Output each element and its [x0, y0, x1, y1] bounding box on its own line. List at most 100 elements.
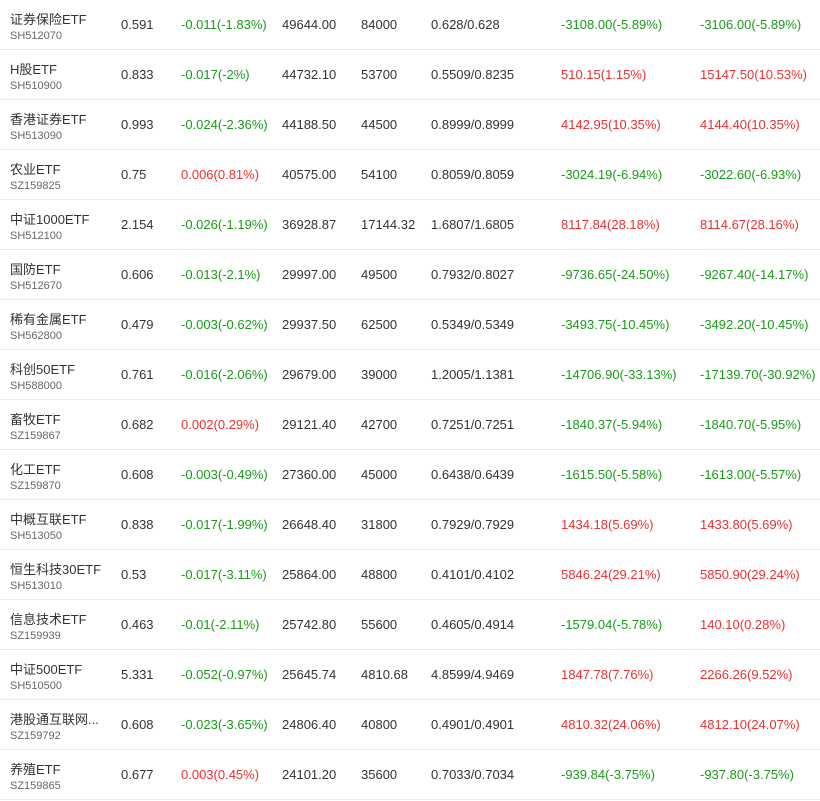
price-change: -0.026(-1.19%) — [181, 217, 268, 232]
table-row[interactable]: 中概互联ETF SH513050 0.838 -0.017(-1.99%) 26… — [0, 500, 820, 550]
share-value: 17144.32 — [361, 217, 416, 232]
nav-value: 0.7932/0.8027 — [431, 267, 515, 282]
turnover-amount: 25645.74 — [282, 667, 337, 682]
price: 0.761 — [121, 367, 154, 382]
price-change: -0.017(-3.11%) — [181, 567, 267, 582]
flow-value-1: -1840.37(-5.94%) — [561, 417, 663, 432]
turnover-amount: 24101.20 — [282, 767, 337, 782]
table-row[interactable]: 香港证券ETF SH513090 0.993 -0.024(-2.36%) 44… — [0, 100, 820, 150]
fund-name-link[interactable]: 养殖ETF — [10, 759, 61, 778]
price-change: -0.003(-0.49%) — [181, 467, 268, 482]
flow-value-2: -937.80(-3.75%) — [700, 767, 794, 782]
nav-value: 0.5509/0.8235 — [431, 67, 515, 82]
table-row[interactable]: 农业ETF SZ159825 0.75 0.006(0.81%) 40575.0… — [0, 150, 820, 200]
share-value: 84000 — [361, 17, 398, 32]
table-row[interactable]: 信息技术ETF SZ159939 0.463 -0.01(-2.11%) 257… — [0, 600, 820, 650]
nav-value: 0.628/0.628 — [431, 17, 500, 32]
flow-value-2: -3492.20(-10.45%) — [700, 317, 809, 332]
table-row[interactable]: 畜牧ETF SZ159867 0.682 0.002(0.29%) 29121.… — [0, 400, 820, 450]
table-row[interactable]: 证券保险ETF SH512070 0.591 -0.011(-1.83%) 49… — [0, 0, 820, 50]
price-change: -0.023(-3.65%) — [181, 717, 268, 732]
turnover-amount: 26648.40 — [282, 517, 337, 532]
share-value: 44500 — [361, 117, 398, 132]
turnover-amount: 29679.00 — [282, 367, 337, 382]
flow-value-1: -1615.50(-5.58%) — [561, 467, 663, 482]
price: 0.463 — [121, 617, 154, 632]
fund-name-link[interactable]: 中概互联ETF — [10, 509, 87, 528]
turnover-amount: 29997.00 — [282, 267, 337, 282]
table-row[interactable]: 稀有金属ETF SH562800 0.479 -0.003(-0.62%) 29… — [0, 300, 820, 350]
nav-value: 0.8999/0.8999 — [431, 117, 515, 132]
table-row[interactable]: 港股通互联网... SZ159792 0.608 -0.023(-3.65%) … — [0, 700, 820, 750]
flow-value-2: 4812.10(24.07%) — [700, 717, 800, 732]
turnover-amount: 40575.00 — [282, 167, 337, 182]
price-change: 0.002(0.29%) — [181, 417, 260, 432]
fund-code: SZ159825 — [10, 180, 61, 192]
flow-value-1: 4810.32(24.06%) — [561, 717, 661, 732]
turnover-amount: 25864.00 — [282, 567, 337, 582]
flow-value-2: 2266.26(9.52%) — [700, 667, 793, 682]
share-value: 35600 — [361, 767, 398, 782]
table-row[interactable]: 养殖ETF SZ159865 0.677 0.003(0.45%) 24101.… — [0, 750, 820, 800]
fund-code: SH513050 — [10, 530, 62, 542]
table-row[interactable]: 恒生科技30ETF SH513010 0.53 -0.017(-3.11%) 2… — [0, 550, 820, 600]
turnover-amount: 27360.00 — [282, 467, 337, 482]
table-row[interactable]: 中证1000ETF SH512100 2.154 -0.026(-1.19%) … — [0, 200, 820, 250]
price: 0.838 — [121, 517, 154, 532]
share-value: 39000 — [361, 367, 398, 382]
fund-name-link[interactable]: 农业ETF — [10, 159, 61, 178]
fund-name-link[interactable]: 中证500ETF — [10, 659, 82, 678]
fund-name-link[interactable]: 国防ETF — [10, 259, 61, 278]
fund-name-link[interactable]: 香港证券ETF — [10, 109, 87, 128]
fund-name-link[interactable]: 信息技术ETF — [10, 609, 87, 628]
flow-value-1: -1579.04(-5.78%) — [561, 617, 663, 632]
etf-table: 证券保险ETF SH512070 0.591 -0.011(-1.83%) 49… — [0, 0, 820, 800]
fund-code: SH588000 — [10, 380, 62, 392]
fund-code: SH562800 — [10, 330, 62, 342]
table-row[interactable]: 中证500ETF SH510500 5.331 -0.052(-0.97%) 2… — [0, 650, 820, 700]
fund-code: SZ159867 — [10, 430, 61, 442]
price: 0.682 — [121, 417, 154, 432]
nav-value: 0.6438/0.6439 — [431, 467, 515, 482]
fund-name-link[interactable]: 恒生科技30ETF — [10, 559, 101, 578]
flow-value-1: 8117.84(28.18%) — [561, 217, 660, 232]
turnover-amount: 44188.50 — [282, 117, 337, 132]
flow-value-2: -9267.40(-14.17%) — [700, 267, 809, 282]
share-value: 49500 — [361, 267, 398, 282]
share-value: 48800 — [361, 567, 398, 582]
price: 0.479 — [121, 317, 154, 332]
flow-value-2: 4144.40(10.35%) — [700, 117, 800, 132]
fund-name-link[interactable]: 畜牧ETF — [10, 409, 61, 428]
price: 0.53 — [121, 567, 147, 582]
fund-name-link[interactable]: 科创50ETF — [10, 359, 75, 378]
flow-value-1: 4142.95(10.35%) — [561, 117, 661, 132]
flow-value-2: 15147.50(10.53%) — [700, 67, 807, 82]
table-row[interactable]: 国防ETF SH512670 0.606 -0.013(-2.1%) 29997… — [0, 250, 820, 300]
fund-name-link[interactable]: 证券保险ETF — [10, 9, 87, 28]
turnover-amount: 36928.87 — [282, 217, 337, 232]
turnover-amount: 25742.80 — [282, 617, 337, 632]
fund-name-link[interactable]: 化工ETF — [10, 459, 61, 478]
fund-name-link[interactable]: 稀有金属ETF — [10, 309, 87, 328]
table-row[interactable]: 科创50ETF SH588000 0.761 -0.016(-2.06%) 29… — [0, 350, 820, 400]
fund-name-link[interactable]: 中证1000ETF — [10, 209, 89, 228]
nav-value: 4.8599/4.9469 — [431, 667, 515, 682]
flow-value-2: -1613.00(-5.57%) — [700, 467, 802, 482]
nav-value: 0.8059/0.8059 — [431, 167, 515, 182]
fund-name-link[interactable]: 港股通互联网... — [10, 709, 99, 728]
price: 0.591 — [121, 17, 154, 32]
table-row[interactable]: 化工ETF SZ159870 0.608 -0.003(-0.49%) 2736… — [0, 450, 820, 500]
table-row[interactable]: H股ETF SH510900 0.833 -0.017(-2%) 44732.1… — [0, 50, 820, 100]
flow-value-2: 140.10(0.28%) — [700, 617, 786, 632]
flow-value-2: -3106.00(-5.89%) — [700, 17, 802, 32]
nav-value: 0.4101/0.4102 — [431, 567, 515, 582]
price: 0.75 — [121, 167, 147, 182]
fund-name-link[interactable]: H股ETF — [10, 59, 57, 78]
fund-code: SZ159792 — [10, 730, 61, 742]
etf-rows: 证券保险ETF SH512070 0.591 -0.011(-1.83%) 49… — [0, 0, 820, 800]
share-value: 55600 — [361, 617, 398, 632]
price-change: -0.01(-2.11%) — [181, 617, 260, 632]
price-change: -0.013(-2.1%) — [181, 267, 261, 282]
price: 2.154 — [121, 217, 154, 232]
nav-value: 1.2005/1.1381 — [431, 367, 515, 382]
